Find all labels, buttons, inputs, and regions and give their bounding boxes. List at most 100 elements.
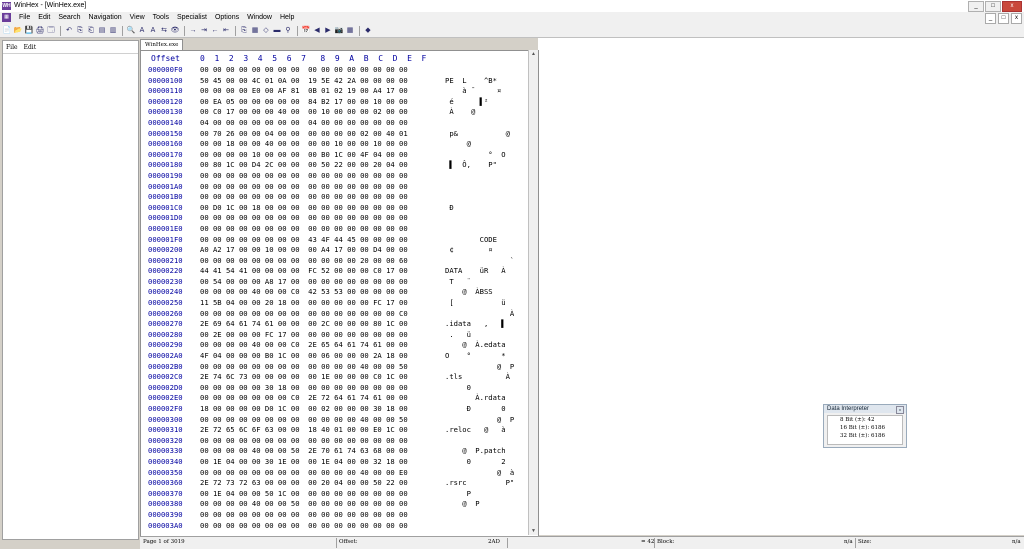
row-hex-bytes[interactable]: 00 00 00 00 00 00 00 00 00 00 00 00 00 0… [200, 192, 408, 203]
toolbar-button-icon[interactable]: ⇤ [221, 26, 231, 36]
row-hex-bytes[interactable]: 00 00 00 00 00 00 00 00 00 00 00 00 00 0… [200, 309, 408, 320]
row-hex-bytes[interactable]: 00 00 00 00 E0 00 AF 81 0B 01 02 19 00 A… [200, 86, 408, 97]
directory-browser-pane[interactable]: File Edit [2, 40, 139, 540]
maximize-button[interactable]: □ [985, 1, 1001, 12]
row-ascii[interactable]: CODE [445, 235, 497, 246]
scroll-down-icon[interactable]: ▼ [529, 527, 538, 535]
hex-row[interactable]: 00000220 44 41 54 41 00 00 00 00 FC 52 00… [141, 266, 538, 277]
row-hex-bytes[interactable]: 00 00 00 00 00 00 00 00 00 00 00 00 40 0… [200, 415, 408, 426]
hex-row[interactable]: 00000120 00 EA 05 00 00 00 00 00 84 B2 17… [141, 97, 538, 108]
row-ascii[interactable]: 0 2 [445, 457, 506, 468]
toolbar-button-icon[interactable]: 🖨 [35, 26, 45, 36]
row-ascii[interactable]: À [445, 309, 514, 320]
hex-row[interactable]: 00000390 00 00 00 00 00 00 00 00 00 00 00… [141, 510, 538, 521]
menu-file[interactable]: File [15, 12, 34, 24]
row-hex-bytes[interactable]: 00 00 00 00 00 00 00 00 00 00 00 00 40 0… [200, 362, 408, 373]
row-ascii[interactable]: T ¨ [445, 277, 471, 288]
row-ascii[interactable]: @ ÀBSS [445, 287, 492, 298]
row-hex-bytes[interactable]: 00 1E 04 00 00 50 1C 00 00 00 00 00 00 0… [200, 489, 408, 500]
row-ascii[interactable]: À.rdata [445, 393, 505, 404]
hex-row[interactable]: 00000330 00 00 00 00 40 00 00 50 2E 70 61… [141, 446, 538, 457]
hex-row[interactable]: 00000260 00 00 00 00 00 00 00 00 00 00 00… [141, 309, 538, 320]
menu-tools[interactable]: Tools [149, 12, 173, 24]
toolbar-button-icon[interactable]: 📷 [334, 26, 344, 36]
row-hex-bytes[interactable]: 04 00 00 00 00 00 00 00 04 00 00 00 00 0… [200, 118, 408, 129]
hex-row[interactable]: 00000370 00 1E 04 00 00 50 1C 00 00 00 00… [141, 489, 538, 500]
row-ascii[interactable]: 0 [445, 383, 471, 394]
hex-row[interactable]: 00000190 00 00 00 00 00 00 00 00 00 00 00… [141, 171, 538, 182]
toolbar-button-icon[interactable]: ↶ [64, 26, 74, 36]
row-hex-bytes[interactable]: 44 41 54 41 00 00 00 00 FC 52 00 00 00 C… [200, 266, 408, 277]
tab-winhex-exe[interactable]: WinHex.exe [140, 39, 184, 50]
row-ascii[interactable]: À @ [445, 107, 475, 118]
row-ascii[interactable]: @ à [445, 468, 514, 479]
row-hex-bytes[interactable]: 00 80 1C 00 D4 2C 00 00 00 50 22 00 00 2… [200, 160, 408, 171]
menu-specialist[interactable]: Specialist [173, 12, 211, 24]
row-ascii[interactable]: @ P [445, 362, 514, 373]
toolbar-button-icon[interactable]: 💾 [24, 26, 34, 36]
scroll-up-icon[interactable]: ▲ [529, 50, 538, 58]
row-hex-bytes[interactable]: 00 70 26 00 00 04 00 00 00 00 00 00 02 0… [200, 129, 408, 140]
hex-row[interactable]: 000001A0 00 00 00 00 00 00 00 00 00 00 00… [141, 182, 538, 193]
row-hex-bytes[interactable]: 2E 72 65 6C 6F 63 00 00 18 40 01 00 00 E… [200, 425, 408, 436]
row-hex-bytes[interactable]: 00 00 00 00 40 00 00 C0 42 53 53 00 00 0… [200, 287, 408, 298]
close-button[interactable]: x [1002, 1, 1022, 12]
mdi-restore-button[interactable]: □ [998, 13, 1009, 24]
row-hex-bytes[interactable]: 00 00 00 00 00 00 00 00 00 00 00 00 40 0… [200, 468, 408, 479]
row-hex-bytes[interactable]: 00 00 00 00 00 00 00 00 00 00 00 00 00 0… [200, 510, 408, 521]
row-hex-bytes[interactable]: 00 54 00 00 00 A8 17 00 00 00 00 00 00 0… [200, 277, 408, 288]
row-ascii[interactable]: ° O [445, 150, 505, 161]
row-ascii[interactable]: @ À.edata [445, 340, 505, 351]
hex-row[interactable]: 00000320 00 00 00 00 00 00 00 00 00 00 00… [141, 436, 538, 447]
hex-row[interactable]: 00000270 2E 69 64 61 74 61 00 00 00 2C 00… [141, 319, 538, 330]
hex-row[interactable]: 000001F0 00 00 00 00 00 00 00 00 43 4F 44… [141, 235, 538, 246]
data-interpreter-close-icon[interactable]: x [896, 406, 904, 414]
toolbar-button-icon[interactable]: ⎘ [75, 26, 85, 36]
toolbar-button-icon[interactable]: ▤ [97, 26, 107, 36]
menu-view[interactable]: View [126, 12, 149, 24]
menu-window[interactable]: Window [243, 12, 276, 24]
hex-row[interactable]: 00000250 11 5B 04 00 00 20 18 00 00 00 00… [141, 298, 538, 309]
data-interpreter-window[interactable]: Data Interpreter x 8 Bit (±): 42 16 Bit … [823, 404, 907, 448]
row-ascii[interactable]: p& @ [445, 129, 510, 140]
toolbar-button-icon[interactable]: ▦ [250, 26, 260, 36]
toolbar-button-icon[interactable]: ⎗ [86, 26, 96, 36]
row-ascii[interactable]: ▌ Ô, P" [445, 160, 497, 171]
row-ascii[interactable]: O ° * [445, 351, 506, 362]
row-hex-bytes[interactable]: 00 00 00 00 00 00 00 00 00 00 00 00 00 0… [200, 436, 408, 447]
hex-row[interactable]: 00000280 00 2E 00 00 00 FC 17 00 00 00 00… [141, 330, 538, 341]
toolbar-button-icon[interactable]: ◇ [261, 26, 271, 36]
row-hex-bytes[interactable]: 00 00 00 00 00 00 00 00 00 00 00 00 00 0… [200, 65, 408, 76]
row-hex-bytes[interactable]: 00 00 00 00 00 00 00 00 00 00 00 00 20 0… [200, 256, 408, 267]
row-ascii[interactable]: ` [445, 256, 514, 267]
row-hex-bytes[interactable]: 50 45 00 00 4C 01 0A 00 19 5E 42 2A 00 0… [200, 76, 408, 87]
hex-row[interactable]: 000000F0 00 00 00 00 00 00 00 00 00 00 00… [141, 65, 538, 76]
hex-row[interactable]: 000003A0 00 00 00 00 00 00 00 00 00 00 00… [141, 521, 538, 532]
row-hex-bytes[interactable]: 11 5B 04 00 00 20 18 00 00 00 00 00 00 F… [200, 298, 408, 309]
menu-edit[interactable]: Edit [34, 12, 54, 24]
menu-help[interactable]: Help [276, 12, 298, 24]
row-ascii[interactable]: @ P.patch [445, 446, 505, 457]
hex-row[interactable]: 000001E0 00 00 00 00 00 00 00 00 00 00 00… [141, 224, 538, 235]
hex-row[interactable]: 00000170 00 00 00 00 10 00 00 00 00 B0 1C… [141, 150, 538, 161]
row-hex-bytes[interactable]: 2E 69 64 61 74 61 00 00 00 2C 00 00 00 8… [200, 319, 408, 330]
row-ascii[interactable]: Ð 0 [445, 404, 506, 415]
mdi-minimize-button[interactable]: _ [985, 13, 996, 24]
row-hex-bytes[interactable]: 00 00 00 00 00 00 00 00 00 00 00 00 00 0… [200, 171, 408, 182]
row-ascii[interactable]: [ ü [445, 298, 505, 309]
hex-row[interactable]: 00000230 00 54 00 00 00 A8 17 00 00 00 00… [141, 277, 538, 288]
toolbar-button-icon[interactable]: ⎘ [239, 26, 249, 36]
row-ascii[interactable]: PE L ^B* [445, 76, 497, 87]
toolbar-button-icon[interactable]: A [137, 26, 147, 36]
toolbar-button-icon[interactable]: A [148, 26, 158, 36]
row-ascii[interactable]: . ü [445, 330, 471, 341]
hex-row[interactable]: 00000240 00 00 00 00 40 00 00 C0 42 53 53… [141, 287, 538, 298]
hex-row[interactable]: 00000180 00 80 1C 00 D4 2C 00 00 00 50 22… [141, 160, 538, 171]
hex-row[interactable]: 00000210 00 00 00 00 00 00 00 00 00 00 00… [141, 256, 538, 267]
hex-row[interactable]: 00000300 00 00 00 00 00 00 00 00 00 00 00… [141, 415, 538, 426]
hex-row[interactable]: 00000200 A0 A2 17 00 00 10 00 00 00 A4 17… [141, 245, 538, 256]
menu-navigation[interactable]: Navigation [85, 12, 126, 24]
row-hex-bytes[interactable]: 00 00 00 00 40 00 00 50 2E 70 61 74 63 6… [200, 446, 408, 457]
document-icon[interactable]: ▦ [2, 13, 11, 22]
row-hex-bytes[interactable]: 00 00 00 00 00 00 00 00 00 00 00 00 00 0… [200, 521, 408, 532]
